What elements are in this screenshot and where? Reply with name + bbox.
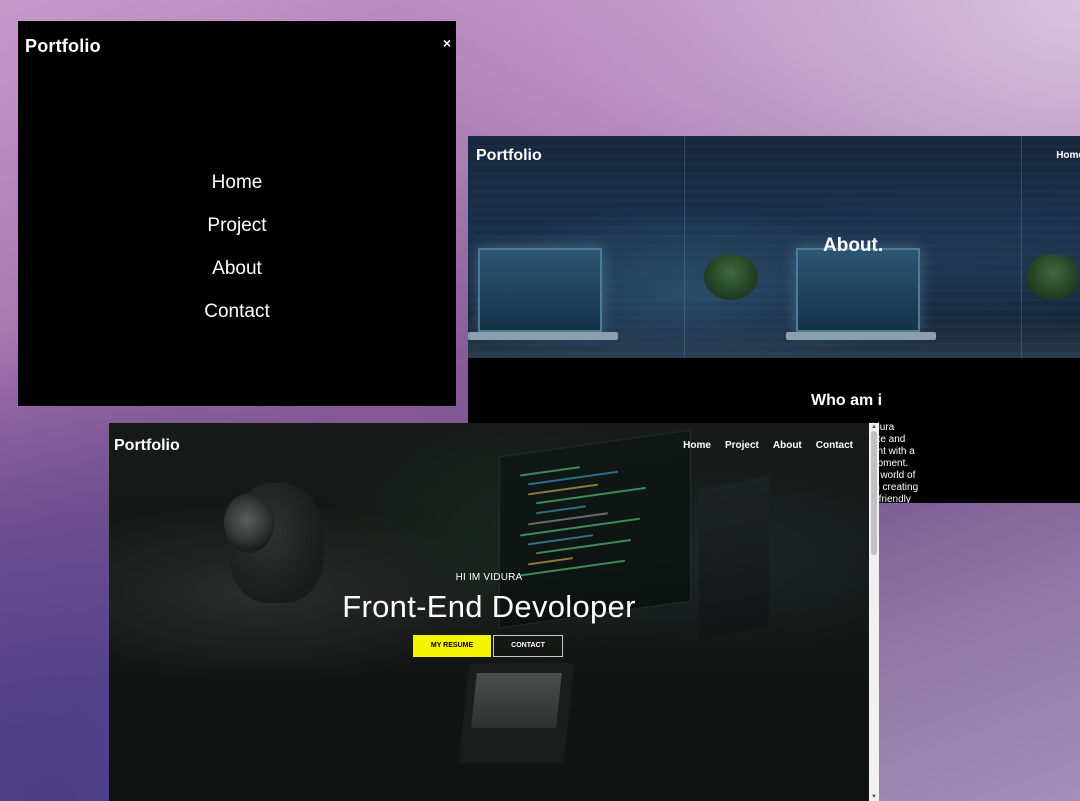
code-line (528, 534, 593, 546)
code-line (520, 466, 580, 477)
menu-item-contact[interactable]: Contact (204, 298, 269, 341)
laptop-image (796, 248, 920, 332)
scroll-down-icon[interactable]: ▼ (869, 793, 879, 801)
mobile-menu-list: Home Project About Contact (18, 169, 456, 341)
laptop-screen-image (471, 673, 562, 728)
menu-item-about[interactable]: About (212, 255, 262, 298)
plant-image (704, 254, 758, 300)
page-title: About. (823, 235, 884, 256)
code-line (536, 505, 586, 515)
about-hero-image (468, 136, 1080, 358)
hero-kicker: HI IM VIDURA (455, 572, 523, 583)
vertical-scrollbar[interactable]: ▲ ▼ (869, 423, 879, 801)
brand-logo[interactable]: Portfolio (476, 147, 542, 165)
tile-divider (684, 136, 685, 358)
code-line (528, 557, 573, 566)
laptop-base-image (468, 332, 618, 340)
nav-link-home[interactable]: Home (1056, 150, 1080, 161)
brand-logo[interactable]: Portfolio (25, 36, 101, 57)
nav-link-about[interactable]: About (773, 440, 802, 451)
menu-item-project[interactable]: Project (207, 212, 266, 255)
nav-link-contact[interactable]: Contact (816, 440, 853, 451)
mobile-menu-window: Portfolio × Home Project About Contact (18, 21, 456, 406)
code-line (520, 517, 640, 537)
close-icon[interactable]: × (443, 35, 451, 51)
nav-link-project[interactable]: Project (725, 440, 759, 451)
headphone-image (224, 493, 274, 553)
tile-divider (1021, 136, 1022, 358)
home-page-window: Portfolio Home Project About Contact HI … (109, 423, 879, 801)
scrollbar-thumb[interactable] (871, 431, 877, 555)
scroll-up-icon[interactable]: ▲ (869, 423, 879, 431)
nav-link-home[interactable]: Home (683, 440, 711, 451)
bio-text: idura ate and ent with a opment. e world… (872, 422, 919, 503)
plant-image (1026, 254, 1080, 300)
laptop-image (478, 248, 602, 332)
menu-item-home[interactable]: Home (212, 169, 263, 212)
contact-button[interactable]: CONTACT (493, 635, 563, 657)
top-nav: Home Project About Contact (683, 440, 853, 451)
code-line (528, 483, 598, 496)
section-title: Who am i (811, 392, 883, 409)
laptop-base-image (786, 332, 936, 340)
hero-buttons: MY RESUME CONTACT (413, 635, 563, 657)
hero-headline: Front-End Devoloper (342, 589, 636, 624)
resume-button[interactable]: MY RESUME (413, 635, 491, 657)
brand-logo[interactable]: Portfolio (114, 437, 180, 455)
